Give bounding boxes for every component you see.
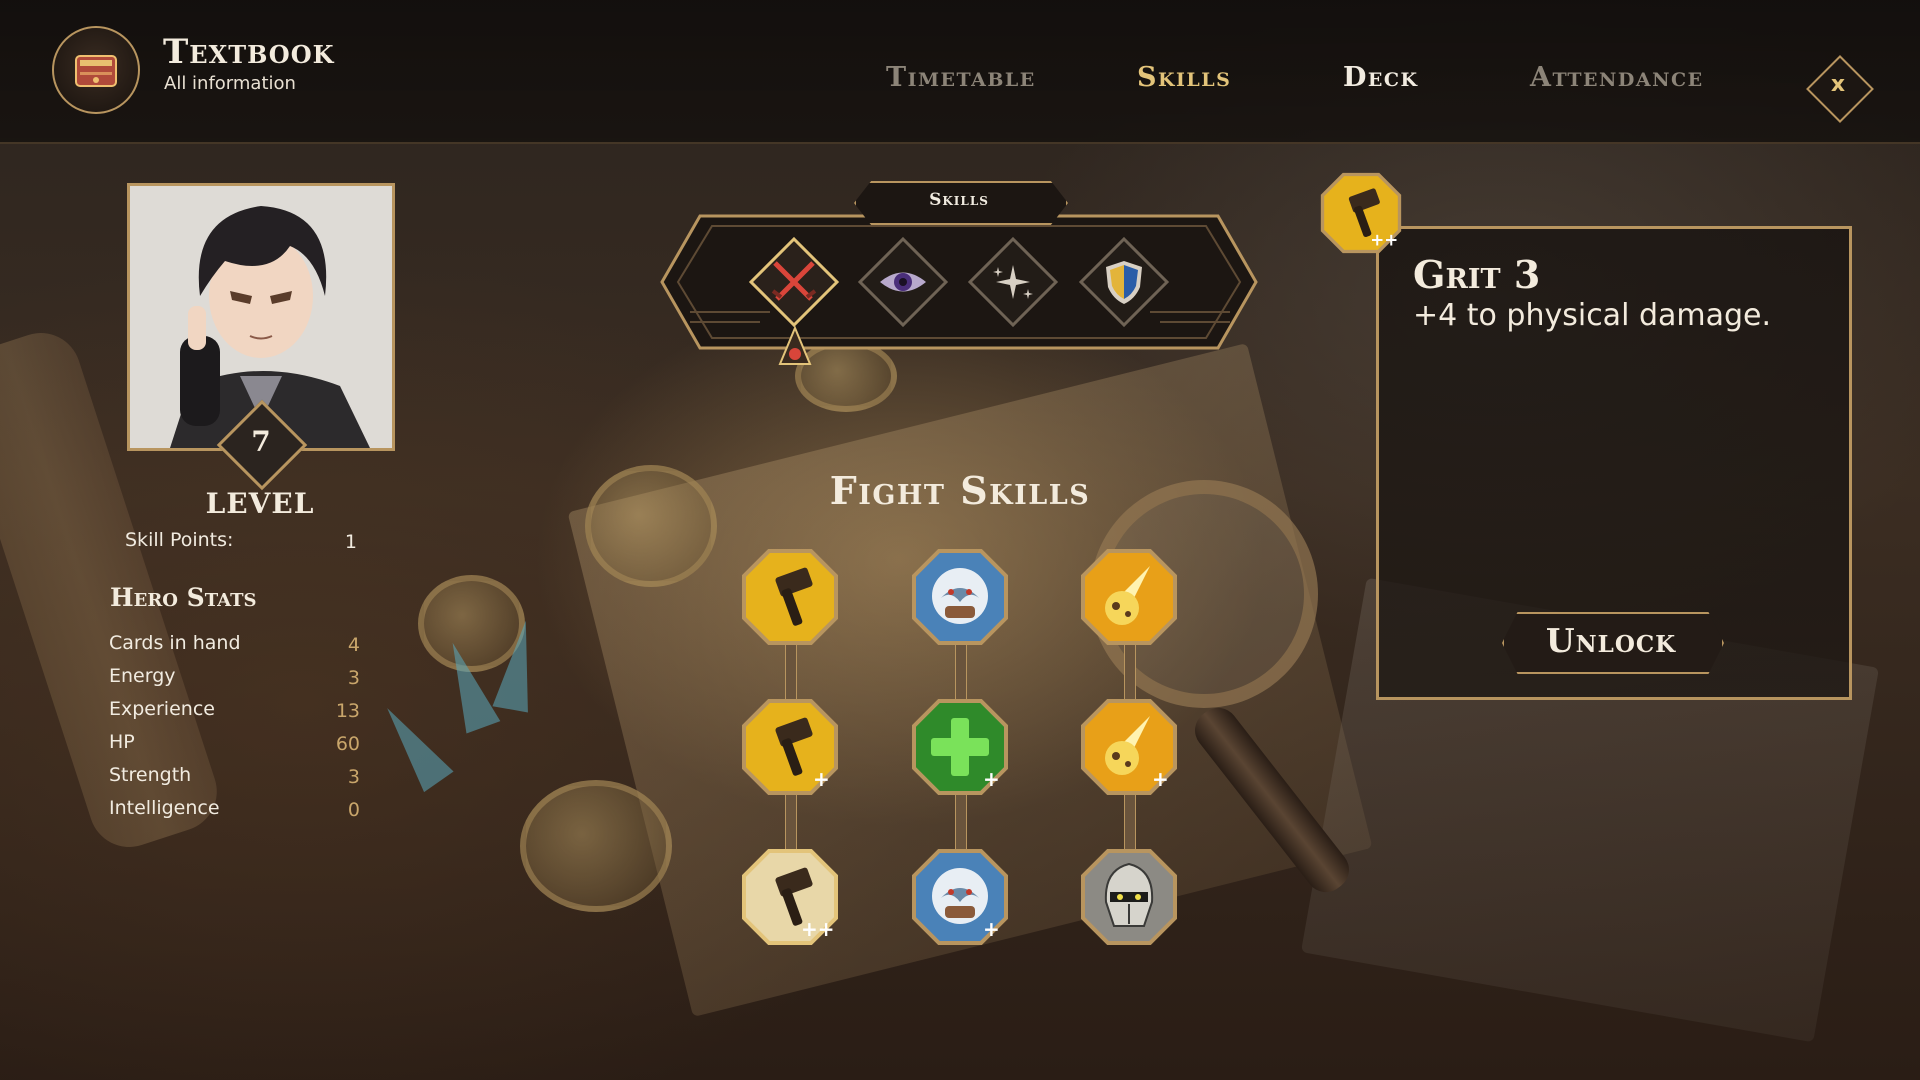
background-crystal	[435, 636, 501, 734]
stat-label-hp: HP	[109, 731, 135, 753]
background-crystal	[492, 617, 544, 713]
skill-node-hammer-plus-plus[interactable]: ++	[741, 848, 839, 946]
background-coin	[585, 465, 717, 587]
upgrade-marker: ++	[801, 917, 835, 941]
upgrade-marker: +	[1152, 767, 1169, 791]
stat-value-strength: 3	[347, 766, 360, 788]
tab-skills[interactable]: Skills	[1137, 62, 1231, 93]
background-magnifier-handle	[1186, 699, 1358, 901]
top-bar: Textbook All information Timetable Skill…	[0, 0, 1920, 144]
selected-category-marker-icon	[778, 326, 812, 365]
skill-node-hammer-plus[interactable]: +	[741, 698, 839, 796]
stat-value-experience: 13	[335, 700, 360, 722]
textbook-screen: Textbook All information Timetable Skill…	[0, 0, 1920, 1080]
skill-connector	[1124, 644, 1136, 700]
stat-value-intelligence: 0	[347, 799, 360, 821]
skill-node-helmet[interactable]	[1080, 848, 1178, 946]
stat-label-strength: Strength	[109, 764, 192, 786]
unlock-button[interactable]	[1502, 612, 1724, 674]
category-insight-button[interactable]	[857, 236, 949, 328]
page-title: Textbook	[163, 32, 335, 72]
close-icon[interactable]: x	[1826, 72, 1850, 97]
tab-deck[interactable]: Deck	[1343, 62, 1419, 93]
stat-label-energy: Energy	[109, 665, 176, 687]
stat-value-energy: 3	[347, 667, 360, 689]
skill-connector	[785, 644, 797, 700]
upgrade-marker: +	[813, 767, 830, 791]
tab-attendance[interactable]: Attendance	[1530, 62, 1704, 93]
skill-connector	[1124, 794, 1136, 850]
skill-points-value: 1	[344, 531, 357, 553]
beast-claw-icon	[932, 868, 988, 924]
skill-connector	[955, 794, 967, 850]
fight-skills-title: Fight Skills	[829, 468, 1091, 513]
level-label: LEVEL	[205, 487, 315, 520]
skill-connector	[785, 794, 797, 850]
knight-helmet-icon	[1104, 862, 1154, 927]
selected-skill-badge: ++	[1320, 172, 1402, 254]
background-crystal	[372, 697, 454, 793]
skill-node-hammer[interactable]	[741, 548, 839, 646]
skill-node-meteor[interactable]	[1080, 548, 1178, 646]
skill-category-title: Skills	[929, 190, 989, 210]
stat-value-cards-in-hand: 4	[347, 634, 360, 656]
level-number: 7	[251, 425, 271, 458]
upgrade-marker: +	[983, 767, 1000, 791]
tab-timetable[interactable]: Timetable	[886, 62, 1036, 93]
skill-node-beast[interactable]	[911, 548, 1009, 646]
skill-points-label: Skill Points:	[125, 529, 234, 551]
stat-label-cards-in-hand: Cards in hand	[109, 632, 241, 654]
category-defense-button[interactable]	[1078, 236, 1170, 328]
stat-value-hp: 60	[335, 733, 360, 755]
book-icon	[52, 26, 140, 114]
stat-label-experience: Experience	[109, 698, 215, 720]
background-coin	[520, 780, 672, 912]
skill-node-meteor-plus[interactable]: +	[1080, 698, 1178, 796]
beast-claw-icon	[932, 568, 988, 624]
category-magic-button[interactable]	[967, 236, 1059, 328]
skill-node-beast-plus[interactable]: +	[911, 848, 1009, 946]
upgrade-marker: ++	[1370, 230, 1398, 250]
stat-label-intelligence: Intelligence	[109, 797, 220, 819]
skill-node-heal-plus[interactable]: +	[911, 698, 1009, 796]
skill-connector	[955, 644, 967, 700]
background-coin	[418, 575, 525, 672]
upgrade-marker: +	[983, 917, 1000, 941]
page-subtitle: All information	[164, 73, 296, 94]
category-fight-button[interactable]	[748, 236, 840, 328]
skill-info-title: Grit 3	[1413, 252, 1541, 297]
skill-info-description: +4 to physical damage.	[1413, 298, 1772, 333]
hero-stats-title: Hero Stats	[110, 583, 257, 612]
